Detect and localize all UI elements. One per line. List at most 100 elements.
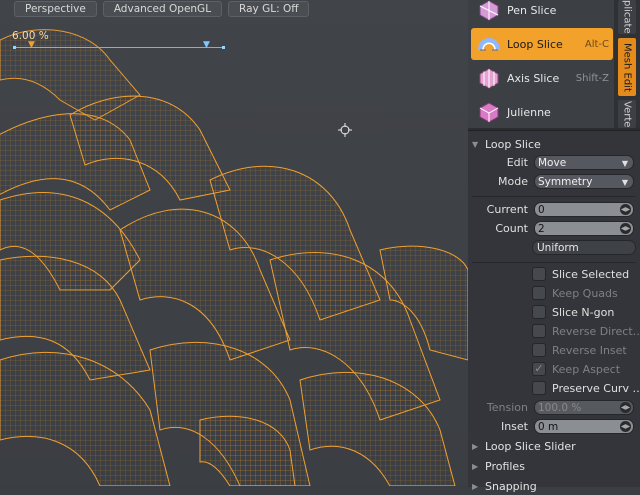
expand-arrow-icon: ▶ [472,441,479,451]
3d-viewport[interactable]: Perspective Advanced OpenGL Ray GL: Off … [0,0,468,486]
tension-row: Tension 100.0 % ◀▶ [468,399,640,417]
divider [472,196,636,197]
slice-marker-icon[interactable]: ▼ [203,41,210,50]
tool-properties: ▼ Loop Slice Edit Move ▼ Mode Symmetry ▼… [468,130,640,493]
section-title: Loop Slice Slider [485,439,576,453]
tension-label: Tension [486,401,528,414]
current-label: Current [486,203,528,216]
reverse-direction-checkbox[interactable] [532,324,546,338]
tool-list: Pen Slice Loop Slice Alt-C Axis Slice Sh… [468,0,614,128]
edit-dropdown[interactable]: Move ▼ [534,155,634,170]
checkbox-row: Reverse Inset [468,342,640,360]
tab-perspective[interactable]: Perspective [14,1,97,17]
edit-label: Edit [506,156,528,169]
tool-label: Axis Slice [507,71,560,85]
side-tab-label: Verte [621,100,633,128]
wireframe-mesh [0,29,468,486]
keep-aspect-checkbox[interactable]: ✓ [532,362,546,376]
loop-slider-track[interactable] [14,47,224,48]
checkbox-row: ✓ Keep Aspect [468,361,640,379]
spinner-icon[interactable]: ◀▶ [620,204,631,215]
mode-label: Mode [498,175,528,188]
spinner-icon[interactable]: ◀▶ [620,223,631,234]
inset-field[interactable]: 0 m ◀▶ [534,419,634,434]
mode-row: Mode Symmetry ▼ [468,173,640,191]
uniform-row: Uniform [468,239,640,257]
uniform-button[interactable]: Uniform [532,240,636,255]
checkbox-row: Slice N-gon [468,304,640,322]
slice-ngon-checkbox[interactable] [532,305,546,319]
tension-field[interactable]: 100.0 % ◀▶ [534,400,634,415]
side-tab-strip: plicate Mesh Edit Verte [614,0,640,128]
section-title: Snapping [485,479,537,493]
checkbox-label: Keep Aspect [552,363,621,376]
section-title: Profiles [485,459,525,473]
side-tab-mesh-edit[interactable]: Mesh Edit [618,38,636,96]
checkbox-row: Slice Selected [468,266,640,284]
expand-arrow-icon: ▼ [472,139,479,149]
section-loop-slice-slider[interactable]: ▶ Loop Slice Slider [472,437,640,455]
expand-arrow-icon: ▶ [472,481,479,491]
expand-arrow-icon: ▶ [472,461,479,471]
spinner-icon[interactable]: ◀▶ [620,421,631,432]
tool-shortcut: Alt-C [584,38,609,50]
current-value: 0 [538,204,545,216]
tool-label: Pen Slice [507,3,557,17]
tool-panel: Pen Slice Loop Slice Alt-C Axis Slice Sh… [468,0,640,493]
crosshair-cursor-icon [338,123,352,137]
side-tab-duplicate[interactable]: plicate [618,0,636,34]
chevron-down-icon: ▼ [621,178,628,187]
current-field[interactable]: 0 ◀▶ [534,202,634,217]
slice-selected-checkbox[interactable] [532,267,546,281]
inset-row: Inset 0 m ◀▶ [468,418,640,436]
inset-label: Inset [500,420,528,433]
mode-value: Symmetry [538,176,593,188]
checkmark-icon: ✓ [534,362,544,375]
count-field[interactable]: 2 ◀▶ [534,221,634,236]
side-tab-label: plicate [621,0,633,34]
loop-slice-icon [478,38,500,51]
spinner-icon[interactable]: ◀▶ [620,402,631,413]
checkbox-row: Keep Quads [468,285,640,303]
side-tab-label: Mesh Edit [621,42,633,92]
checkbox-label: Slice Selected [552,268,630,281]
slider-endpoint-icon[interactable] [13,46,16,49]
tool-axis-slice[interactable]: Axis Slice Shift-Z [471,62,613,94]
count-value: 2 [538,223,545,235]
reverse-inset-checkbox[interactable] [532,343,546,357]
axis-slice-icon [479,68,499,89]
checkbox-label: Keep Quads [552,287,618,300]
tension-value: 100.0 % [538,402,582,414]
checkbox-label: Reverse Direct… [552,325,640,338]
mode-dropdown[interactable]: Symmetry ▼ [534,174,634,189]
section-snapping[interactable]: ▶ Snapping [472,477,640,495]
checkbox-label: Slice N-gon [552,306,615,319]
edit-value: Move [538,157,567,169]
section-title: Loop Slice [485,137,541,151]
section-profiles[interactable]: ▶ Profiles [472,457,640,475]
slice-marker-icon[interactable]: ▼ [28,41,35,50]
slider-endpoint-icon[interactable] [222,46,225,49]
keep-quads-checkbox[interactable] [532,286,546,300]
preserve-curvature-checkbox[interactable] [532,381,546,395]
divider [472,262,636,263]
tool-shortcut: Shift-Z [575,72,609,84]
checkbox-row: Reverse Direct… [468,323,640,341]
tool-pen-slice[interactable]: Pen Slice [471,0,613,26]
checkbox-label: Reverse Inset [552,344,627,357]
section-loop-slice[interactable]: ▼ Loop Slice [472,135,640,153]
count-row: Count 2 ◀▶ [468,220,640,238]
tab-ray-gl[interactable]: Ray GL: Off [228,1,310,17]
tool-julienne[interactable]: Julienne [471,96,613,128]
tab-advanced-opengl[interactable]: Advanced OpenGL [102,1,223,17]
current-row: Current 0 ◀▶ [468,201,640,219]
tool-loop-slice[interactable]: Loop Slice Alt-C [471,28,613,60]
tool-label: Julienne [507,105,551,119]
side-tab-vertex[interactable]: Verte [618,100,636,128]
chevron-down-icon: ▼ [621,159,628,168]
inset-value: 0 m [538,421,559,433]
count-label: Count [495,222,528,235]
julienne-icon [479,102,499,123]
checkbox-row: Preserve Curv … [468,380,640,398]
edit-row: Edit Move ▼ [468,154,640,172]
